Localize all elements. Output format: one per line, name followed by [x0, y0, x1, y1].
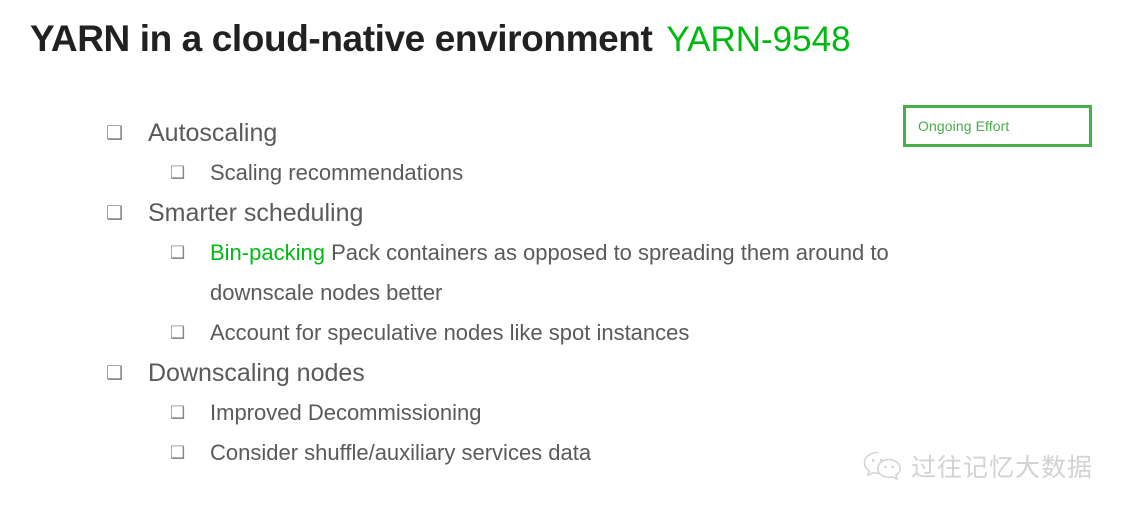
bullet-item: ❑ Bin-packing Pack containers as opposed …	[0, 233, 1135, 313]
bullet-square-icon: ❑	[106, 362, 124, 384]
page-title-main: YARN in a cloud-native environment	[30, 18, 653, 59]
bullet-square-icon: ❑	[106, 122, 124, 144]
bullet-item-label: Autoscaling	[148, 119, 278, 147]
bullet-square-icon: ❑	[106, 202, 124, 224]
bullet-square-icon: ❑	[170, 323, 186, 343]
bullet-item-label: Downscaling nodes	[148, 359, 365, 387]
bullet-item-label: Smarter scheduling	[148, 199, 364, 227]
bullet-item: ❑ Scaling recommendations	[0, 153, 1135, 193]
bullet-square-icon: ❑	[170, 443, 186, 463]
bullet-item-accent: Bin-packing	[210, 240, 325, 265]
bullet-square-icon: ❑	[170, 243, 186, 263]
bullet-item: ❑ Downscaling nodes	[0, 353, 1135, 393]
bullet-item-label: Consider shuffle/auxiliary services data	[210, 440, 592, 465]
bullet-item: ❑ Improved Decommissioning	[0, 393, 1135, 433]
page-title: YARN in a cloud-native environment YARN-9…	[30, 20, 851, 57]
bullet-item-label: Bin-packing Pack containers as opposed t…	[210, 233, 900, 313]
bullet-item-label: Improved Decommissioning	[210, 400, 482, 425]
bullet-item-label: Scaling recommendations	[210, 160, 464, 185]
watermark: 过往记忆大数据	[862, 448, 1093, 484]
wechat-logo-icon	[862, 449, 904, 483]
bullet-item: ❑ Autoscaling	[0, 113, 1135, 153]
bullet-item-label: Account for speculative nodes like spot …	[210, 320, 690, 345]
watermark-label: 过往记忆大数据	[911, 453, 1094, 482]
bullet-item: ❑ Smarter scheduling	[0, 193, 1135, 233]
bullet-list: ❑ Autoscaling ❑ Scaling recommendations ❑ Sma…	[0, 113, 1135, 473]
bullet-item: ❑ Account for speculative nodes like spot…	[0, 313, 1135, 353]
bullet-square-icon: ❑	[170, 403, 186, 423]
page-title-reference: YARN-9548	[666, 20, 851, 59]
bullet-square-icon: ❑	[170, 163, 186, 183]
